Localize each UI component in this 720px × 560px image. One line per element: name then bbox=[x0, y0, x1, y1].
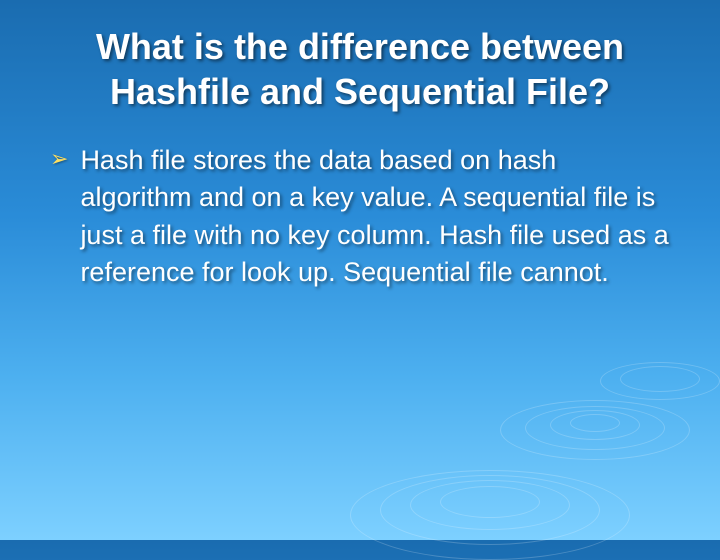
bullet-item: ➢ Hash file stores the data based on has… bbox=[50, 142, 670, 291]
chevron-right-icon: ➢ bbox=[50, 142, 68, 175]
bullet-text: Hash file stores the data based on hash … bbox=[80, 142, 670, 291]
decorative-ripples bbox=[0, 290, 720, 540]
slide-title: What is the difference between Hashfile … bbox=[0, 0, 720, 132]
slide-body: ➢ Hash file stores the data based on has… bbox=[0, 132, 720, 291]
